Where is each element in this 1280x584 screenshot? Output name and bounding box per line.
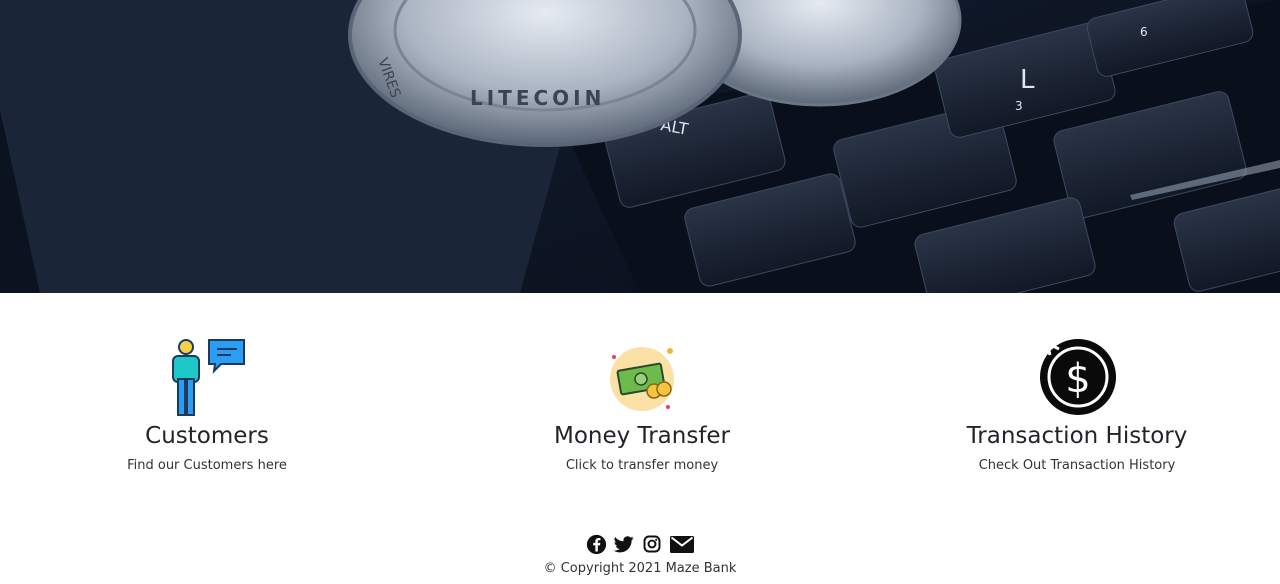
transaction-history-description: Check Out Transaction History: [978, 458, 1176, 473]
key-label-6: 6: [1140, 25, 1148, 39]
money-transfer-icon[interactable]: [492, 337, 792, 417]
card-customers[interactable]: Customers Find our Customers here: [57, 337, 357, 475]
email-icon[interactable]: [669, 533, 695, 555]
svg-text:$: $: [1065, 356, 1090, 402]
card-transaction-history[interactable]: $ Transaction History Check Out Transact…: [927, 337, 1227, 475]
customers-title[interactable]: Customers: [57, 421, 357, 451]
customer-chat-icon[interactable]: [57, 337, 357, 417]
instagram-icon[interactable]: [641, 533, 663, 555]
services-section: Customers Find our Customers here Money …: [0, 293, 1280, 523]
coin-litecoin-text: LITECOIN: [470, 86, 605, 110]
money-transfer-title[interactable]: Money Transfer: [492, 421, 792, 451]
facebook-icon[interactable]: [585, 533, 607, 555]
customers-description: Find our Customers here: [127, 458, 287, 473]
transaction-history-title[interactable]: Transaction History: [927, 421, 1227, 451]
key-label-3: 3: [1015, 99, 1023, 113]
hero-image: L ALT 3 6 LITECOIN VIRES: [0, 0, 1280, 293]
copyright-text: © Copyright 2021 Maze Bank: [543, 561, 737, 576]
key-label-l: L: [1020, 65, 1035, 95]
social-links: [0, 530, 1280, 558]
card-money-transfer[interactable]: Money Transfer Click to transfer money: [492, 337, 792, 475]
money-transfer-description: Click to transfer money: [565, 458, 719, 473]
dollar-history-icon[interactable]: $: [927, 337, 1227, 417]
footer: © Copyright 2021 Maze Bank: [0, 530, 1280, 584]
twitter-icon[interactable]: [613, 533, 635, 555]
hero-banner: L ALT 3 6 LITECOIN VIRES: [0, 0, 1280, 293]
